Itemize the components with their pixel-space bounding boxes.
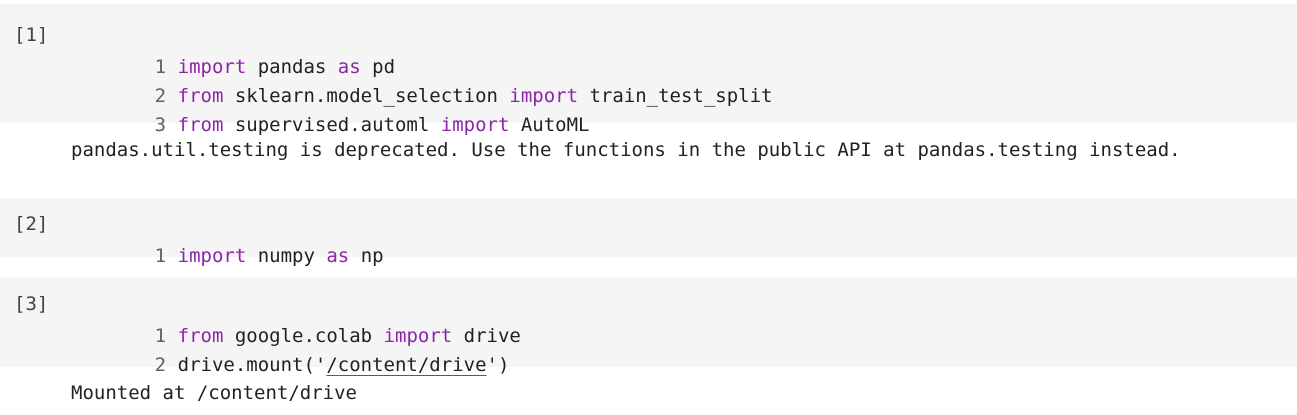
code-text: numpy	[246, 245, 327, 267]
keyword: import	[383, 325, 453, 347]
code-line: 1 import numpy as np	[86, 213, 384, 267]
keyword: from	[177, 325, 224, 347]
line-number: 2	[154, 354, 167, 376]
keyword: import	[509, 85, 579, 107]
execution-count-1: [1]	[14, 24, 49, 46]
keyword: from	[177, 114, 224, 136]
line-number: 1	[154, 56, 167, 78]
code-editor-1[interactable]: 1 import pandas as pd 2 from sklearn.model…	[86, 24, 773, 136]
code-cell-3[interactable]: [3] 1 from google.colab import drive 2 dri…	[0, 277, 1297, 376]
line-number: 1	[154, 245, 167, 267]
code-line: 1 from google.colab import drive	[86, 293, 521, 347]
code-text: np	[349, 245, 384, 267]
code-text: supervised.automl	[223, 114, 441, 136]
code-cell-2[interactable]: [2] 1 import numpy as np	[0, 198, 1297, 267]
execution-count-3: [3]	[14, 293, 49, 315]
line-number: 2	[154, 85, 167, 107]
code-editor-3[interactable]: 1 from google.colab import drive 2 drive.m…	[86, 293, 521, 376]
line-number: 1	[154, 325, 167, 347]
keyword: import	[177, 56, 247, 78]
path-link[interactable]: /content/drive	[326, 354, 486, 376]
code-text: drive	[452, 325, 521, 347]
keyword: as	[326, 245, 350, 267]
cell-output-1: pandas.util.testing is deprecated. Use t…	[71, 139, 1181, 161]
code-text: train_test_split	[578, 85, 773, 107]
code-cell-1[interactable]: [1] 1 import pandas as pd 2 from sklearn.m…	[0, 4, 1297, 136]
code-text: sklearn.model_selection	[223, 85, 510, 107]
code-line: 1 import pandas as pd	[86, 24, 773, 78]
keyword: import	[177, 245, 247, 267]
cell-output-3: Mounted at /content/drive	[71, 382, 357, 404]
code-editor-2[interactable]: 1 import numpy as np	[86, 213, 384, 267]
code-text: pd	[360, 56, 396, 78]
keyword: from	[177, 85, 224, 107]
keyword: as	[337, 56, 361, 78]
code-text: google.colab	[223, 325, 384, 347]
code-text: drive.mount('	[177, 354, 327, 376]
code-text: ')	[486, 354, 510, 376]
code-text: pandas	[246, 56, 338, 78]
keyword: import	[440, 114, 510, 136]
code-text: AutoML	[509, 114, 590, 136]
execution-count-2: [2]	[14, 213, 49, 235]
